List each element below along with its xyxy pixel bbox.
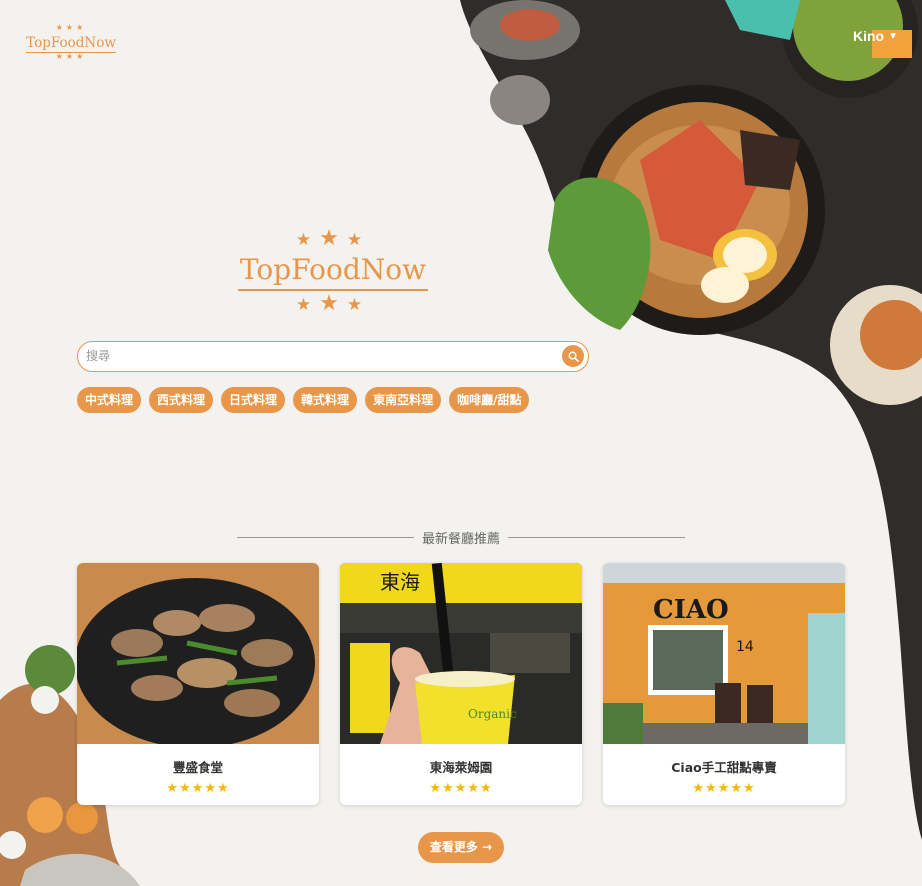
- category-chip-chinese[interactable]: 中式料理: [77, 387, 142, 413]
- restaurant-card[interactable]: 東海 Organic 東海萊姆園 ★★★★★: [340, 563, 582, 805]
- section-heading: 最新餐廳推薦: [237, 528, 686, 547]
- restaurant-name: 豐盛食堂: [172, 760, 223, 775]
- restaurant-card[interactable]: 豐盛食堂 ★★★★★: [77, 563, 319, 805]
- user-name: Kino: [852, 28, 885, 44]
- restaurant-photo-drink: 東海 Organic: [340, 563, 582, 744]
- restaurant-photo-storefront: CIAO 14: [603, 563, 845, 744]
- rating-stars-icon: ★★★★★: [166, 781, 230, 796]
- category-chip-western[interactable]: 西式料理: [149, 387, 214, 413]
- svg-text:CIAO: CIAO: [653, 595, 729, 625]
- divider: [508, 537, 686, 538]
- category-chip-korean[interactable]: 韓式料理: [293, 387, 358, 413]
- rating-stars-icon: ★★★★★: [692, 781, 756, 796]
- search-input[interactable]: [78, 342, 548, 370]
- search-icon: [568, 351, 579, 362]
- svg-text:14: 14: [736, 639, 754, 655]
- restaurant-photo-clams: [77, 563, 319, 744]
- svg-text:Organic: Organic: [468, 707, 517, 721]
- user-menu[interactable]: Kino ▼: [853, 28, 898, 44]
- category-chip-southeast-asian[interactable]: 東南亞料理: [365, 387, 442, 413]
- section-title: 最新餐廳推薦: [422, 532, 501, 547]
- svg-text:東海: 東海: [380, 570, 420, 594]
- category-chip-japanese[interactable]: 日式料理: [221, 387, 286, 413]
- logo-stars-icon: ★★★: [55, 52, 87, 61]
- brand-name-large: TopFoodNow: [237, 251, 429, 291]
- brand-logo-large: ★★★ TopFoodNow ★★★: [226, 228, 440, 328]
- restaurant-card[interactable]: CIAO 14 Ciao手工甜點專賣 ★★★★★: [603, 563, 845, 805]
- category-chips: 中式料理 西式料理 日式料理 韓式料理 東南亞料理 咖啡廳/甜點: [77, 387, 530, 413]
- restaurant-name: 東海萊姆園: [429, 760, 493, 775]
- chevron-down-icon: ▼: [888, 30, 898, 42]
- search-bar: [77, 341, 589, 372]
- search-button[interactable]: [562, 345, 584, 367]
- rating-stars-icon: ★★★★★: [429, 781, 493, 796]
- brand-logo-small[interactable]: ★★★ TopFoodNow ★★★: [24, 24, 118, 70]
- restaurant-name: Ciao手工甜點專賣: [671, 760, 777, 775]
- restaurant-cards: 豐盛食堂 ★★★★★ 東海 Organic 東海萊姆園 ★★★★★ CIAO 1…: [77, 563, 845, 805]
- brand-name-small: TopFoodNow: [26, 35, 116, 53]
- logo-stars-icon: ★★★: [295, 291, 371, 316]
- logo-stars-icon: ★★★: [295, 226, 371, 251]
- category-chip-cafe-dessert[interactable]: 咖啡廳/甜點: [449, 387, 530, 413]
- logo-stars-icon: ★★★: [55, 23, 87, 32]
- divider: [237, 537, 414, 538]
- view-more-button[interactable]: 查看更多 →: [418, 832, 504, 863]
